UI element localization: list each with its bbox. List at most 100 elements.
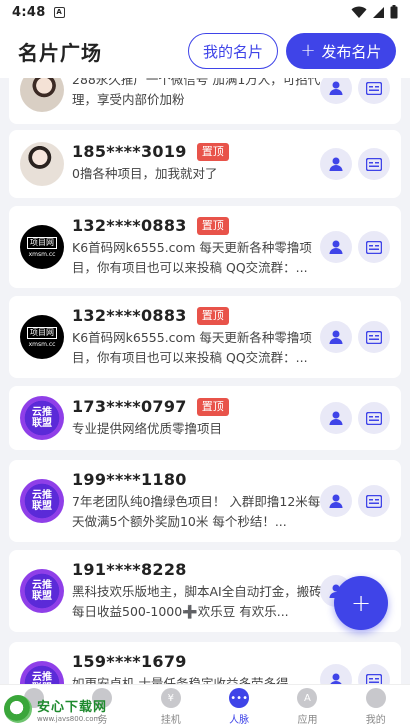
view-card-button[interactable] <box>358 485 390 517</box>
view-profile-button[interactable] <box>320 78 352 104</box>
avatar-subtext: 联盟 <box>32 418 52 429</box>
id-card-icon <box>366 81 382 95</box>
view-card-button[interactable] <box>358 78 390 104</box>
card-description: 专业提供网络优质零撸项目 <box>72 421 223 436</box>
avatar: 云推 联盟 <box>20 661 64 684</box>
battery-icon <box>390 5 398 19</box>
person-icon <box>329 494 343 508</box>
avatar-subtext: 联盟 <box>32 591 52 602</box>
wifi-icon <box>351 6 367 18</box>
signal-icon <box>373 6 384 18</box>
avatar: 云推 联盟 <box>20 479 64 523</box>
status-bar: 4:48 A <box>0 0 410 24</box>
view-card-button[interactable] <box>358 321 390 353</box>
card-name: 132****0883 <box>72 216 187 235</box>
card-name: 185****3019 <box>72 142 187 161</box>
avatar: 项目网 xmsm.cc <box>20 225 64 269</box>
pinned-badge: 置顶 <box>196 397 229 416</box>
card-name-row: 132****0883 置顶 <box>72 306 229 325</box>
list-item[interactable]: 云推 联盟 199****1180 7年老团队纯0撸绿色项目！ 入群即撸12米每… <box>9 460 401 542</box>
status-icons <box>351 5 398 19</box>
publish-card-label: 发布名片 <box>321 42 382 61</box>
watermark: 安心下载网 www.javs800.com <box>0 690 110 728</box>
avatar-text: 项目网 <box>27 236 57 249</box>
view-card-button[interactable] <box>358 231 390 263</box>
publish-card-button[interactable]: + 发布名片 <box>286 33 396 69</box>
id-card-icon <box>366 494 382 508</box>
view-profile-button[interactable] <box>320 148 352 180</box>
view-card-button[interactable] <box>358 402 390 434</box>
tab-mine[interactable]: 我的 <box>342 685 410 728</box>
view-profile-button[interactable] <box>320 321 352 353</box>
view-profile-button[interactable] <box>320 485 352 517</box>
view-profile-button[interactable] <box>320 231 352 263</box>
id-card-icon <box>366 673 382 684</box>
tab-contacts[interactable]: ••• 人脉 <box>205 685 273 728</box>
plus-icon: + <box>300 40 316 61</box>
tab-label: 应用 <box>297 715 318 726</box>
list-item[interactable]: 288永久推广一个微信号 加满1万人，可招代理，享受内部价加粉 <box>9 78 401 124</box>
avatar <box>20 78 64 112</box>
watermark-logo-icon <box>4 695 32 723</box>
person-icon <box>329 81 343 95</box>
watermark-name: 安心下载网 <box>37 699 108 715</box>
status-time: 4:48 <box>12 4 46 20</box>
add-card-fab[interactable]: + <box>334 576 388 630</box>
page-title: 名片广场 <box>18 40 102 65</box>
list-item[interactable]: 云推 联盟 173****0797 置顶 专业提供网络优质零撸项目 <box>9 386 401 450</box>
avatar: 云推 联盟 <box>20 569 64 613</box>
card-description: 如更安卓机 士量任务稳定收益多劳多得 <box>72 676 289 684</box>
card-name: 159****1679 <box>72 652 187 671</box>
card-name-row: 173****0797 置顶 <box>72 397 229 416</box>
tab-label: 挂机 <box>160 715 181 726</box>
card-name: 199****1180 <box>72 470 187 489</box>
view-profile-button[interactable] <box>320 664 352 684</box>
card-name: 173****0797 <box>72 397 187 416</box>
card-name-row: 199****1180 <box>72 470 187 489</box>
id-card-icon <box>366 330 382 344</box>
avatar-text: 云推 <box>32 407 52 418</box>
person-icon <box>330 673 342 684</box>
list-item[interactable]: 项目网 xmsm.cc 132****0883 置顶 K6首码网k6555.co… <box>9 296 401 378</box>
chat-icon: ••• <box>229 688 250 708</box>
apps-icon: A <box>297 688 318 708</box>
card-description: K6首码网k6555.com 每天更新各种零撸项目，你有项目也可以来投稿 QQ交… <box>72 330 312 365</box>
list-item[interactable]: 185****3019 置顶 0撸各种项目，加我就对了 <box>9 130 401 198</box>
tab-label: 人脉 <box>229 715 250 726</box>
notification-icon: A <box>53 6 65 18</box>
watermark-text: 安心下载网 www.javs800.com <box>37 696 107 723</box>
card-name: 191****8228 <box>72 560 187 579</box>
avatar-subtext: xmsm.cc <box>28 340 56 348</box>
person-icon <box>329 330 343 344</box>
page-header: 名片广场 我的名片 + 发布名片 <box>0 24 410 78</box>
avatar: 项目网 xmsm.cc <box>20 315 64 359</box>
person-icon <box>329 157 343 171</box>
yen-icon: ¥ <box>160 688 181 708</box>
pinned-badge: 置顶 <box>196 216 229 235</box>
person-icon <box>329 411 343 425</box>
card-name-row: 185****3019 置顶 <box>72 142 229 161</box>
avatar-subtext: xmsm.cc <box>28 250 56 258</box>
avatar-subtext: 联盟 <box>32 501 52 512</box>
view-card-button[interactable] <box>358 148 390 180</box>
card-name-row: 159****1679 <box>72 652 187 671</box>
view-profile-button[interactable] <box>320 402 352 434</box>
avatar-text: 云推 <box>32 672 52 683</box>
card-description: 黑科技欢乐版地主，脚本AI全自动打金，搬砖每日收益500-1000➕欢乐豆 有欢… <box>72 584 322 619</box>
card-name: 132****0883 <box>72 306 187 325</box>
person-icon <box>329 240 343 254</box>
avatar-text: 项目网 <box>27 326 57 339</box>
my-card-button[interactable]: 我的名片 <box>188 33 278 69</box>
card-description: 7年老团队纯0撸绿色项目！ 入群即撸12米每天做满5个额外奖励10米 每个秒结！… <box>72 494 321 529</box>
watermark-url: www.javs800.com <box>37 714 101 723</box>
tab-apps[interactable]: A 应用 <box>273 685 341 728</box>
card-name-row: 132****0883 置顶 <box>72 216 229 235</box>
card-description: 288永久推广一个微信号 加满1万人，可招代理，享受内部价加粉 <box>72 78 321 107</box>
pinned-badge: 置顶 <box>196 142 229 161</box>
profile-icon <box>365 688 386 708</box>
tab-label: 我的 <box>365 715 386 726</box>
list-item[interactable]: 项目网 xmsm.cc 132****0883 置顶 K6首码网k6555.co… <box>9 206 401 288</box>
view-card-button[interactable] <box>358 664 390 684</box>
tab-hangup[interactable]: ¥ 挂机 <box>137 685 205 728</box>
list-item[interactable]: 云推 联盟 159****1679 如更安卓机 士量任务稳定收益多劳多得 <box>9 642 401 684</box>
